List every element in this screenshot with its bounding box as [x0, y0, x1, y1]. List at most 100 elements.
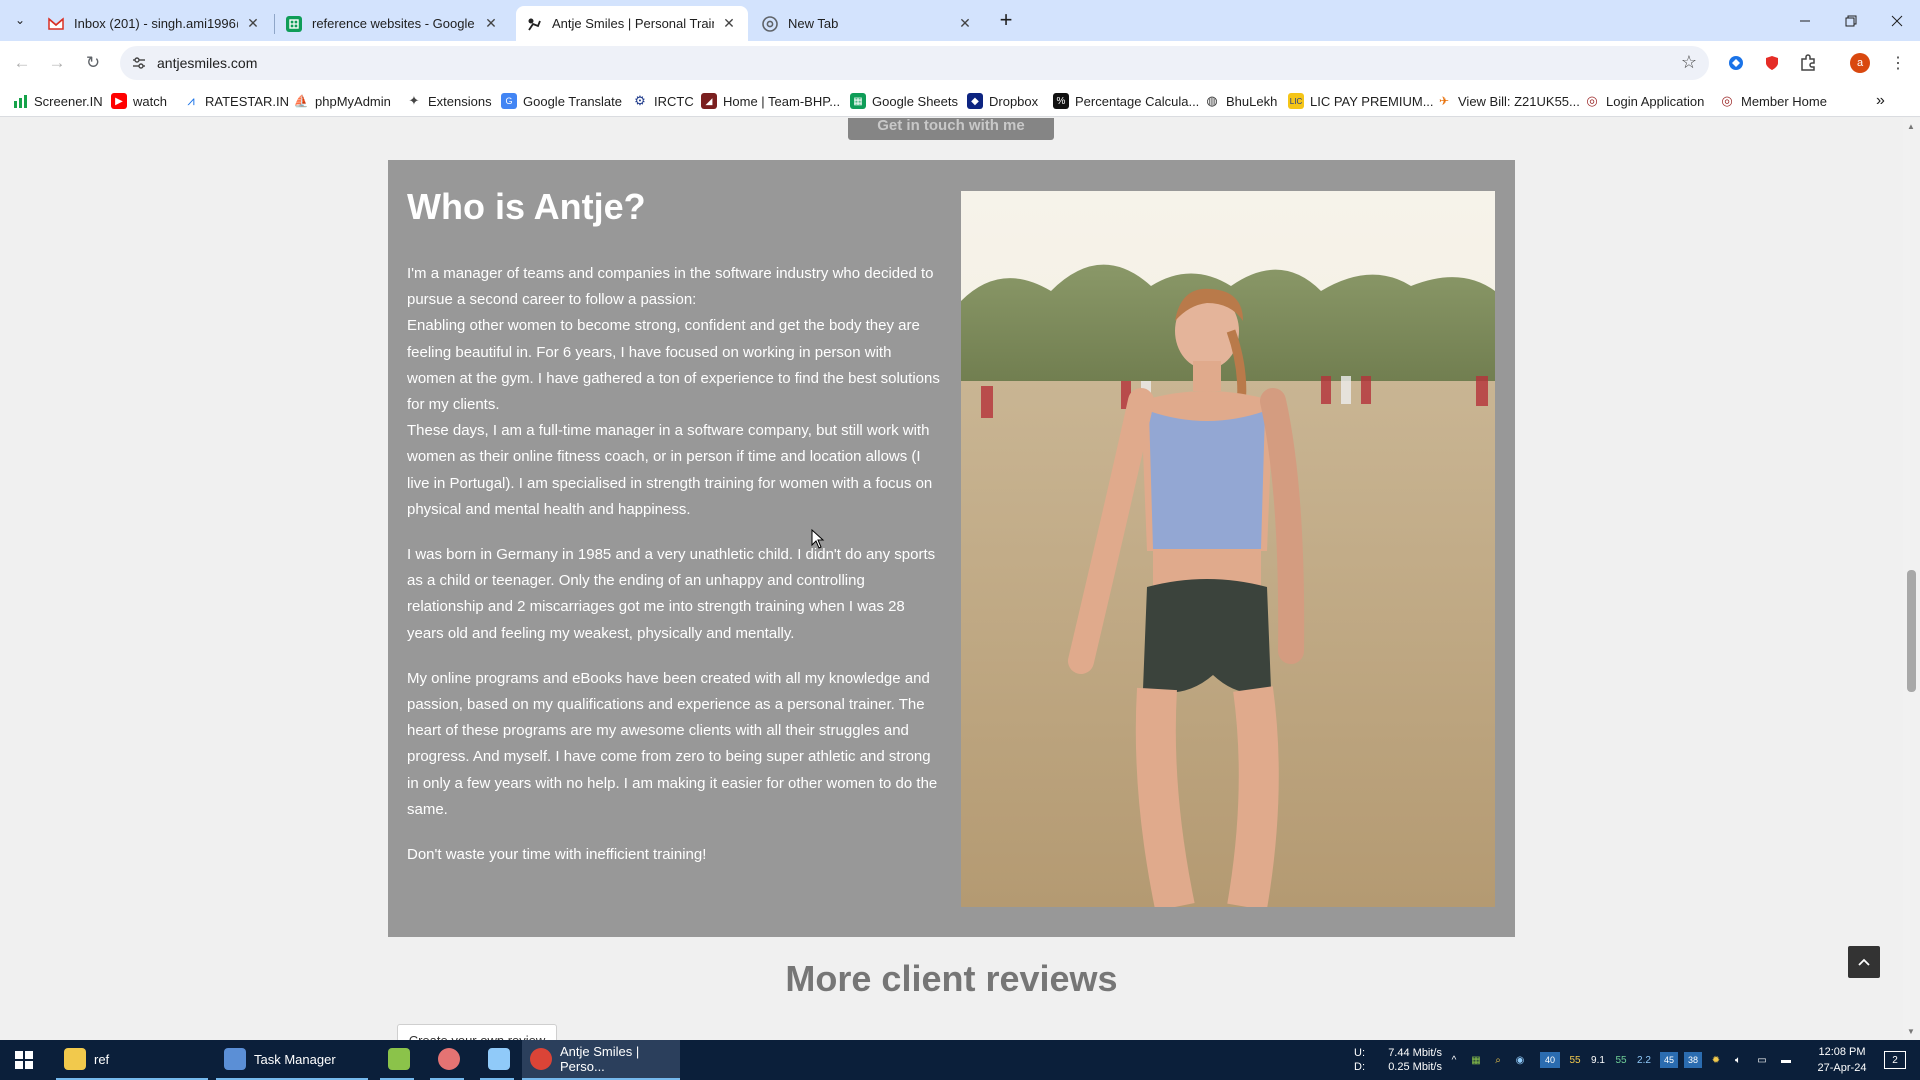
about-paragraph: I'm a manager of teams and companies in … — [407, 265, 934, 309]
tab-title: reference websites - Google Sh — [312, 16, 476, 31]
scroll-up-icon[interactable]: ▲ — [1907, 122, 1915, 131]
tab-new-tab[interactable]: New Tab ✕ — [752, 6, 984, 41]
tray-temp-icon[interactable]: 45 — [1660, 1052, 1678, 1068]
bookmark-screener[interactable]: Screener.IN — [12, 92, 103, 110]
close-tab-icon[interactable]: ✕ — [244, 15, 262, 33]
taskbar-app-file[interactable] — [480, 1040, 514, 1080]
tray-app-icon[interactable]: ▦ — [1468, 1052, 1484, 1068]
extension-shield-icon[interactable] — [1762, 53, 1782, 73]
bookmark-label: View Bill: Z21UK55... — [1458, 93, 1580, 109]
bookmark-phpmyadmin[interactable]: ⛵ phpMyAdmin — [293, 92, 391, 110]
puzzle-icon: ✦ — [408, 93, 420, 108]
bookmark-lic-pay-premium[interactable]: LIC LIC PAY PREMIUM... — [1288, 92, 1434, 110]
bookmark-label: Google Translate — [523, 93, 623, 109]
notification-center-icon[interactable]: 2 — [1884, 1051, 1906, 1069]
battery-icon[interactable]: ▭ — [1754, 1052, 1770, 1068]
network-speed-values: 7.44 Mbit/s 0.25 Mbit/s — [1382, 1046, 1442, 1074]
scrollbar-thumb[interactable] — [1907, 570, 1916, 692]
dropbox-icon: ◆ — [967, 93, 983, 109]
bookmark-google-translate[interactable]: G Google Translate — [501, 92, 622, 110]
tray-metric: 55 — [1615, 1054, 1627, 1066]
volume-icon[interactable]: 🔈︎ — [1730, 1052, 1746, 1068]
close-tab-icon[interactable]: ✕ — [482, 15, 500, 33]
tray-metric: 55 — [1569, 1054, 1581, 1066]
tab-title: New Tab — [788, 16, 839, 31]
address-bar[interactable]: antjesmiles.com ☆ — [120, 46, 1709, 80]
bookmarks-bar: Screener.IN ▶ watch ⩘ RATESTAR.IN ⛵ phpM… — [0, 85, 1920, 117]
bookmark-view-bill[interactable]: ✈ View Bill: Z21UK55... — [1436, 92, 1580, 110]
network-icon[interactable]: ▬ — [1778, 1052, 1794, 1068]
forward-button[interactable]: → — [44, 50, 70, 76]
start-button[interactable] — [0, 1040, 48, 1080]
bookmark-label: Member Home — [1741, 93, 1827, 109]
bookmark-extensions[interactable]: ✦ Extensions — [406, 92, 492, 110]
tray-color-icon[interactable]: ✹ — [1708, 1052, 1724, 1068]
clock-date: 27-Apr-24 — [1817, 1062, 1867, 1074]
bookmark-watch[interactable]: ▶ watch — [111, 92, 167, 110]
tab-antje-smiles[interactable]: Antje Smiles | Personal Trainin ✕ — [516, 6, 748, 41]
bookmark-dropbox[interactable]: ◆ Dropbox — [967, 92, 1038, 110]
url-text: antjesmiles.com — [157, 55, 258, 71]
extension-blue-icon[interactable] — [1726, 53, 1746, 73]
page-scrollbar[interactable]: ▲ ▼ — [1903, 118, 1920, 1040]
extensions-puzzle-icon[interactable] — [1798, 53, 1818, 73]
site-info-icon[interactable] — [130, 54, 148, 72]
bookmark-percentage-calculator[interactable]: % Percentage Calcula... — [1053, 92, 1199, 110]
close-tab-icon[interactable]: ✕ — [720, 15, 738, 33]
about-paragraph: My online programs and eBooks have been … — [407, 669, 938, 818]
net-down-value: 0.25 Mbit/s — [1388, 1061, 1442, 1073]
close-tab-icon[interactable]: ✕ — [956, 15, 974, 33]
about-text: I'm a manager of teams and companies in … — [407, 261, 942, 887]
restore-button[interactable] — [1828, 0, 1874, 41]
gmail-icon — [48, 16, 64, 32]
taskbar-app-label: Antje Smiles | Perso... — [560, 1044, 640, 1074]
team-bhp-icon: ◢ — [701, 93, 717, 109]
tab-reference-websites[interactable]: reference websites - Google Sh ✕ — [276, 6, 510, 41]
bookmark-star-icon[interactable]: ☆ — [1681, 52, 1697, 73]
create-review-button[interactable]: Create your own review — [397, 1024, 557, 1040]
net-down-label: D: — [1354, 1061, 1365, 1073]
tray-temp-icon[interactable]: 40 — [1540, 1052, 1560, 1068]
bookmark-bhulekh[interactable]: ◍ BhuLekh — [1204, 92, 1277, 110]
chrome-menu-icon[interactable]: ⋮ — [1888, 53, 1908, 73]
profile-avatar[interactable]: a — [1850, 53, 1870, 73]
tray-temp-icon[interactable]: 38 — [1684, 1052, 1702, 1068]
taskbar-app-notepad-plus[interactable] — [380, 1040, 414, 1080]
tray-globe-icon[interactable]: ◉ — [1512, 1052, 1528, 1068]
about-paragraph: These days, I am a full-time manager in … — [407, 422, 933, 518]
clock[interactable]: 12:08 PM 27-Apr-24 — [1806, 1044, 1878, 1080]
tab-search-icon[interactable]: ⌄ — [8, 8, 32, 32]
about-paragraph: Don't waste your time with inefficient t… — [407, 846, 707, 864]
tab-gmail[interactable]: Inbox (201) - singh.ami1996@g ✕ — [38, 6, 272, 41]
tray-metric: 2.2 — [1637, 1054, 1651, 1066]
get-in-touch-button[interactable]: Get in touch with me — [848, 118, 1054, 140]
bookmark-member-home[interactable]: ◎ Member Home — [1719, 92, 1827, 110]
bookmark-ratestar[interactable]: ⩘ RATESTAR.IN — [183, 92, 289, 110]
taskbar-app-chrome[interactable]: Antje Smiles | Perso... — [522, 1040, 680, 1080]
chrome-icon — [530, 1048, 552, 1070]
bookmark-login-application[interactable]: ◎ Login Application — [1584, 92, 1704, 110]
bill-icon: ✈ — [1438, 94, 1450, 108]
taskbar-app-misc[interactable] — [430, 1040, 464, 1080]
back-button[interactable]: ← — [9, 50, 35, 76]
bookmarks-overflow-button[interactable]: » — [1876, 92, 1885, 110]
bookmark-google-sheets[interactable]: ▦ Google Sheets — [850, 92, 958, 110]
close-window-button[interactable] — [1874, 0, 1920, 41]
windows-logo-icon — [15, 1051, 33, 1069]
tab-title: Inbox (201) - singh.ami1996@g — [74, 16, 238, 31]
task-manager-icon — [224, 1048, 246, 1070]
scroll-down-icon[interactable]: ▼ — [1907, 1027, 1915, 1036]
new-tab-button[interactable]: + — [994, 7, 1018, 32]
site-icon — [526, 16, 542, 32]
taskbar-app-ref[interactable]: ref — [56, 1040, 208, 1080]
taskbar-app-task-manager[interactable]: Task Manager — [216, 1040, 368, 1080]
reload-button[interactable]: ↻ — [80, 50, 106, 76]
minimize-button[interactable] — [1782, 0, 1828, 41]
tab-strip: ⌄ Inbox (201) - singh.ami1996@g ✕ refere… — [0, 0, 1920, 41]
bookmark-irctc[interactable]: ⚙ IRCTC — [632, 92, 694, 110]
back-to-top-button[interactable] — [1848, 946, 1880, 978]
show-hidden-icons[interactable]: ^ — [1446, 1052, 1462, 1068]
bookmark-team-bhp[interactable]: ◢ Home | Team-BHP... — [701, 92, 840, 110]
search-icon[interactable]: ⌕ — [1490, 1052, 1506, 1068]
emblem-icon: ◎ — [1721, 93, 1733, 108]
